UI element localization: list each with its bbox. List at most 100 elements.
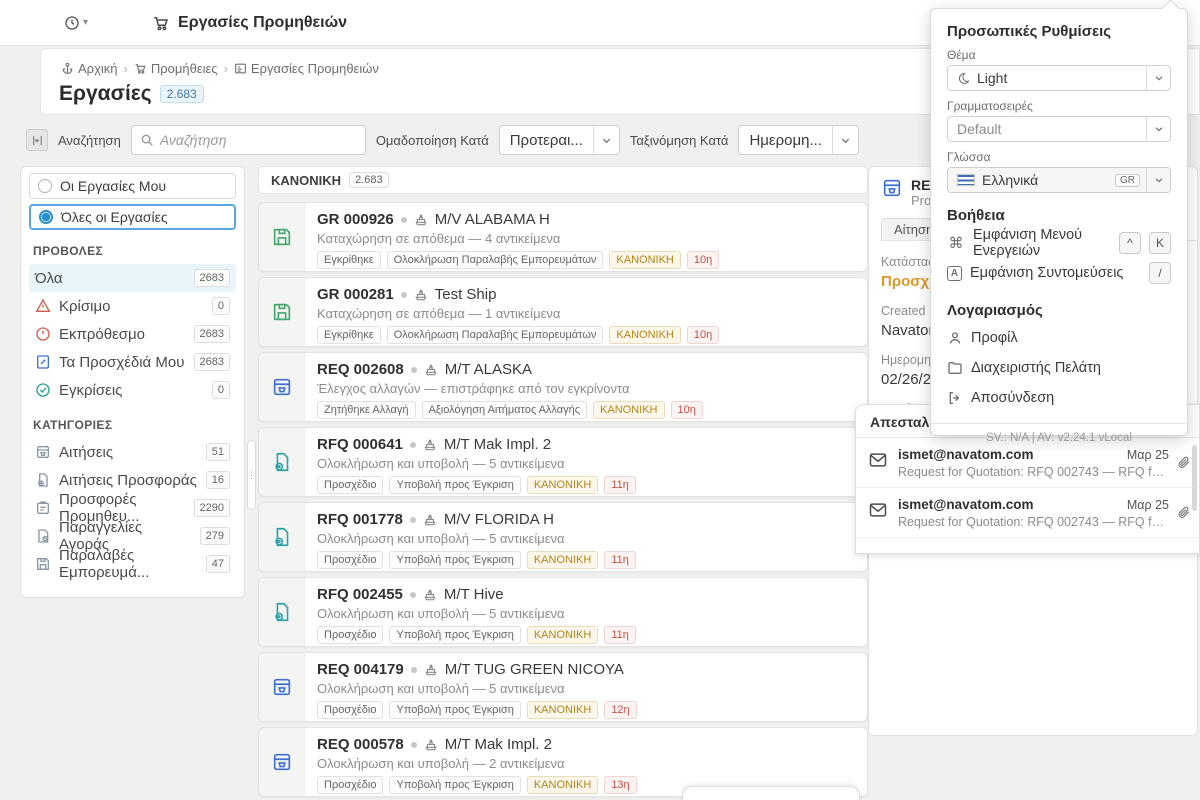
language-code-badge: GR: [1115, 174, 1140, 187]
overdue-clock-icon: [35, 326, 51, 342]
status-badge: Ζητήθηκε Αλλαγή: [317, 401, 416, 419]
chevron-down-icon: [1146, 117, 1170, 141]
ship-icon: [424, 738, 438, 752]
step-badge: Υποβολή προς Έγκριση: [389, 476, 520, 494]
task-subtitle: Ολοκλήρωση και υποβολή — 5 αντικείμενα: [317, 681, 855, 696]
task-card[interactable]: RFQ 002455 M/T Hive Ολοκλήρωση και υποβο…: [258, 577, 868, 647]
task-card[interactable]: GR 000926 M/V ALABAMA H Καταχώρηση σε απ…: [258, 202, 868, 272]
status-badge: Προσχέδιο: [317, 626, 383, 644]
moon-icon: [957, 72, 970, 85]
sort-by-select[interactable]: Ημερομη...: [738, 125, 859, 155]
task-card[interactable]: GR 000281 Test Ship Καταχώρηση σε απόθεμ…: [258, 277, 868, 347]
task-id: REQ 000578: [317, 736, 404, 753]
envelope-icon: [868, 450, 888, 470]
vessel-name: M/T Mak Impl. 2: [444, 436, 551, 453]
group-header: ΚΑΝΟΝΙΚΗ 2.683: [258, 166, 868, 194]
app-title: Εργασίες Προμηθειών: [152, 14, 347, 32]
language-select[interactable]: Ελληνικά GR: [947, 167, 1171, 193]
rfq-icon: [35, 472, 51, 488]
dot-separator-icon: [411, 367, 417, 373]
priority-badge: ΚΑΝΟΝΙΚΗ: [527, 476, 598, 494]
sort-by-label: Ταξινόμηση Κατά: [630, 133, 729, 148]
category-purchase-orders[interactable]: Παραγγελίες Αγοράς 279: [29, 522, 236, 550]
logout-item[interactable]: Αποσύνδεση: [947, 383, 1171, 413]
email-row[interactable]: ismet@navatom.com Μαρ 25 Request for Quo…: [856, 488, 1199, 538]
requisition-icon: [259, 353, 305, 421]
category-requisitions[interactable]: Αιτήσεις 51: [29, 438, 236, 466]
count-badge: 2683: [194, 269, 230, 287]
view-my-drafts[interactable]: Τα Προσχέδιά Μου 2683: [29, 348, 236, 376]
group-by-label: Ομαδοποίηση Κατά: [376, 133, 489, 148]
search-icon: [140, 133, 154, 147]
account-section-title: Λογαριασμός: [947, 302, 1171, 319]
category-goods-receipts[interactable]: Παραλαβές Εμπορευμά... 47: [29, 550, 236, 578]
radio-selected-icon: [39, 210, 53, 224]
task-card[interactable]: REQ 002608 M/T ALASKA Έλεγχος αλλαγών — …: [258, 352, 868, 422]
priority-badge: ΚΑΝΟΝΙΚΗ: [593, 401, 664, 419]
dot-separator-icon: [401, 292, 407, 298]
fonts-label: Γραμματοσειρές: [947, 99, 1171, 113]
task-card[interactable]: RFQ 001778 M/V FLORIDA H Ολοκλήρωση και …: [258, 502, 868, 572]
task-card[interactable]: REQ 004179 M/T TUG GREEN NICOYA Ολοκλήρω…: [258, 652, 868, 722]
app-window: ▾ Εργασίες Προμηθειών Αρχική › Προμήθειε…: [0, 0, 1200, 800]
priority-badge: ΚΑΝΟΝΙΚΗ: [609, 326, 680, 344]
view-approvals[interactable]: Εγκρίσεις 0: [29, 376, 236, 404]
panel-resize-handle[interactable]: ⋮: [247, 440, 256, 510]
task-subtitle: Ολοκλήρωση και υποβολή — 5 αντικείμενα: [317, 456, 855, 471]
scope-my-tasks[interactable]: Οι Εργασίες Μου: [29, 173, 236, 199]
breadcrumb-home[interactable]: Αρχική: [61, 61, 118, 76]
fonts-select[interactable]: Default: [947, 116, 1171, 142]
vessel-name: Test Ship: [435, 286, 497, 303]
requisition-icon: [881, 177, 903, 199]
goods-receipt-icon: [259, 203, 305, 271]
theme-select[interactable]: Light: [947, 65, 1171, 91]
view-overdue[interactable]: Εκπρόθεσμο 2683: [29, 320, 236, 348]
status-badge: Προσχέδιο: [317, 476, 383, 494]
status-badge: Εγκρίθηκε: [317, 251, 381, 269]
priority-badge: ΚΑΝΟΝΙΚΗ: [527, 551, 598, 569]
step-badge: Υποβολή προς Έγκριση: [389, 776, 520, 794]
vessel-name: M/V FLORIDA H: [444, 511, 554, 528]
due-badge: 11η: [604, 476, 636, 494]
email-scrollbar[interactable]: [1192, 445, 1197, 511]
breadcrumb-procurement[interactable]: Προμήθειες: [134, 61, 218, 76]
dot-separator-icon: [411, 667, 417, 673]
task-card[interactable]: RFQ 000641 M/T Mak Impl. 2 Ολοκλήρωση κα…: [258, 427, 868, 497]
show-actions-menu-item[interactable]: ⌘ Εμφάνιση Μενού Ενεργειών ^ K: [947, 228, 1171, 258]
show-shortcuts-item[interactable]: A Εμφάνιση Συντομεύσεις /: [947, 258, 1171, 288]
cart-icon: [134, 62, 147, 75]
anchor-icon: [61, 62, 74, 75]
scope-all-tasks[interactable]: Όλες οι Εργασίες: [29, 204, 236, 230]
recent-menu-button[interactable]: ▾: [64, 15, 88, 31]
ship-icon: [414, 288, 428, 302]
count-badge: 0: [212, 297, 230, 315]
task-id: GR 000281: [317, 286, 394, 303]
collapse-sidebar-button[interactable]: [26, 129, 48, 151]
search-input[interactable]: [160, 132, 357, 148]
task-subtitle: Ολοκλήρωση και υποβολή — 2 αντικείμενα: [317, 756, 855, 771]
count-badge: 51: [206, 443, 230, 461]
count-badge: 0: [212, 381, 230, 399]
category-vendor-quotes[interactable]: Προσφορές Προμηθευ... 2290: [29, 494, 236, 522]
purchase-order-icon: [35, 528, 51, 544]
group-by-select[interactable]: Προτεραι...: [499, 125, 620, 155]
task-id: REQ 002608: [317, 361, 404, 378]
key-ctrl: ^: [1119, 232, 1141, 254]
task-subtitle: Ολοκλήρωση και υποβολή — 5 αντικείμενα: [317, 606, 855, 621]
view-all[interactable]: Όλα 2683: [29, 264, 236, 292]
due-badge: 11η: [604, 551, 636, 569]
client-manager-item[interactable]: Διαχειριστής Πελάτη: [947, 353, 1171, 383]
dot-separator-icon: [401, 217, 407, 223]
bottom-toast-edge: [682, 786, 860, 800]
breadcrumb-tasks[interactable]: Εργασίες Προμηθειών: [234, 61, 379, 76]
folder-icon: [947, 360, 963, 376]
help-section-title: Βοήθεια: [947, 207, 1171, 224]
goods-receipt-icon: [259, 278, 305, 346]
language-label: Γλώσσα: [947, 150, 1171, 164]
profile-item[interactable]: Προφίλ: [947, 323, 1171, 353]
category-rfqs[interactable]: Αιτήσεις Προσφοράς 16: [29, 466, 236, 494]
filters-sidebar: Οι Εργασίες Μου Όλες οι Εργασίες ΠΡΟΒΟΛΕ…: [20, 166, 245, 598]
paperclip-icon: [1177, 456, 1191, 470]
ship-icon: [424, 363, 438, 377]
view-critical[interactable]: Κρίσιμο 0: [29, 292, 236, 320]
